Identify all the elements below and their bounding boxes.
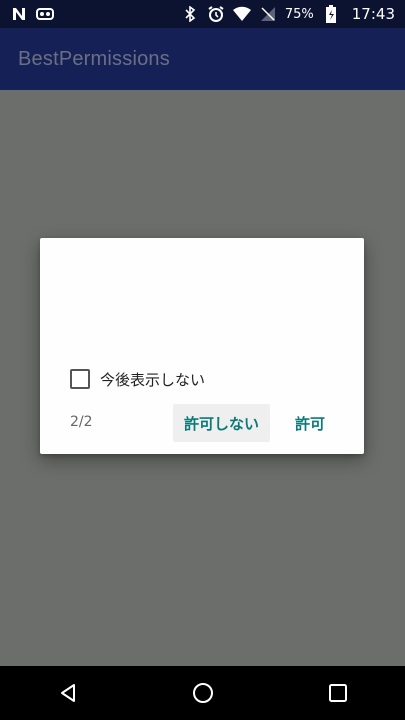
page-indicator: 2/2 bbox=[70, 414, 93, 430]
voicemail-icon bbox=[36, 5, 54, 23]
status-bar: 75% 17:43 bbox=[0, 0, 405, 28]
wifi-icon bbox=[232, 5, 251, 23]
battery-percent: 75% bbox=[284, 6, 314, 22]
dont-show-again-label: 今後表示しない bbox=[100, 370, 206, 389]
permission-dialog: 今後表示しない 2/2 許可しない 許可 bbox=[40, 238, 364, 454]
home-icon[interactable] bbox=[183, 673, 223, 713]
clock: 17:43 bbox=[351, 5, 395, 23]
allow-button[interactable]: 許可 bbox=[284, 404, 336, 442]
battery-icon bbox=[322, 5, 340, 23]
dont-show-again-checkbox[interactable] bbox=[70, 369, 90, 389]
recents-icon[interactable] bbox=[318, 673, 358, 713]
dont-show-again-row[interactable]: 今後表示しない bbox=[70, 366, 205, 392]
no-sim-icon bbox=[259, 5, 277, 23]
notification-n-icon bbox=[10, 5, 28, 23]
bluetooth-icon bbox=[181, 5, 199, 23]
deny-button[interactable]: 許可しない bbox=[173, 404, 270, 442]
back-icon[interactable] bbox=[48, 673, 88, 713]
app-bar: BestPermissions bbox=[0, 28, 405, 90]
app-title: BestPermissions bbox=[18, 47, 170, 70]
navigation-bar bbox=[0, 666, 405, 720]
alarm-icon bbox=[207, 5, 225, 23]
